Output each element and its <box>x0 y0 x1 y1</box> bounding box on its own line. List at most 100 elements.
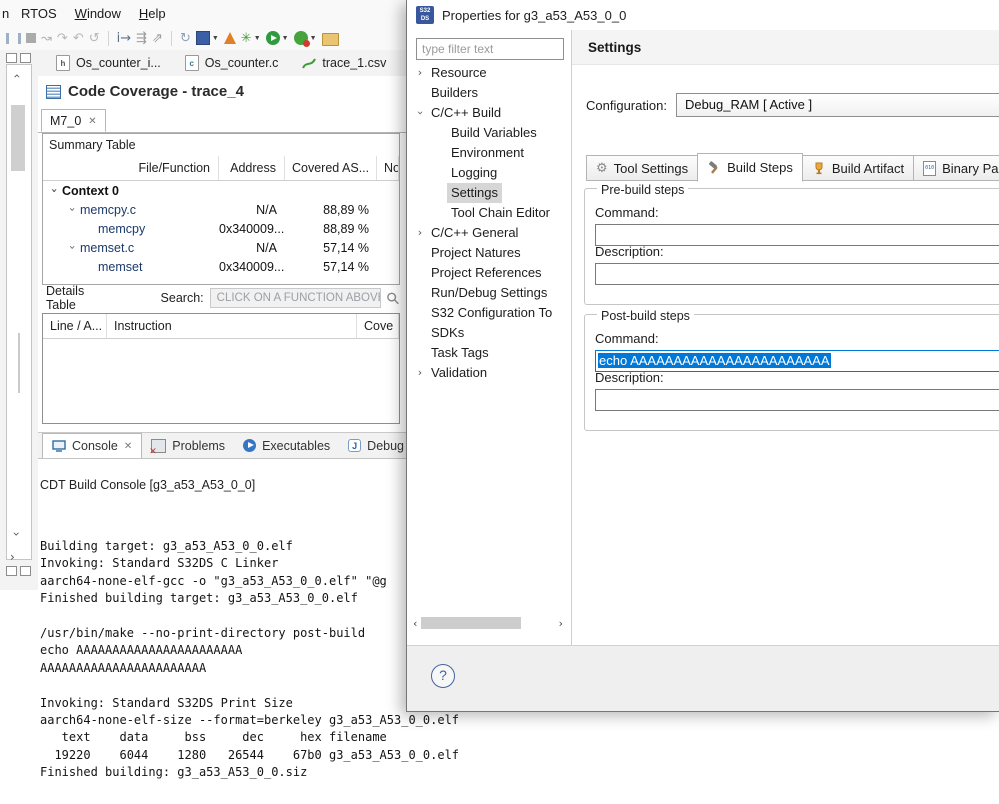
tab-label: Tool Settings <box>613 160 689 176</box>
column-header[interactable]: Cove <box>357 314 399 338</box>
pre-command-input[interactable] <box>595 224 999 246</box>
trace-export-icon[interactable]: ⇗ <box>152 29 163 47</box>
tree-item-tool-chain-editor[interactable]: Tool Chain Editor <box>407 203 571 223</box>
menu-item-rtos[interactable]: RTOS <box>12 6 66 21</box>
menu-item-partial[interactable]: n <box>0 6 12 21</box>
step-into-icon[interactable]: ↷ <box>57 29 68 47</box>
memory-tool-icon[interactable]: ▼ <box>195 29 219 47</box>
scroll-left-icon[interactable]: ‹ <box>413 617 417 630</box>
tree-item-builders[interactable]: Builders <box>407 83 571 103</box>
minimize-view-icon[interactable] <box>6 53 17 63</box>
coverage-row[interactable]: memcpy 0x340009... 88,89 % <box>43 219 399 238</box>
trace-view-icon[interactable]: ⇶ <box>136 29 147 47</box>
run-icon[interactable]: ▼ <box>265 29 289 47</box>
stop-icon[interactable] <box>26 29 36 47</box>
step-return-icon[interactable]: ↺ <box>89 29 100 47</box>
maximize-view-icon-2[interactable] <box>20 566 31 576</box>
tab-tool-settings[interactable]: ⚙ Tool Settings <box>586 155 699 181</box>
coverage-row-address: N/A <box>256 202 277 217</box>
pause-icon[interactable] <box>6 29 21 47</box>
instruction-stepping-icon[interactable]: i→ <box>117 29 132 47</box>
editor-tab-3[interactable]: trace_1.csv <box>290 50 398 76</box>
rail-scroll-thumb[interactable] <box>11 105 25 171</box>
expander-icon[interactable]: › <box>413 63 427 83</box>
tree-item-settings[interactable]: Settings <box>407 183 571 203</box>
tree-item-environment[interactable]: Environment <box>407 143 571 163</box>
coverage-run-icon[interactable]: ▼ <box>293 29 317 47</box>
analysis-tool-icon[interactable] <box>223 29 236 47</box>
close-icon[interactable]: ✕ <box>124 441 132 452</box>
tree-item-run-debug-settings[interactable]: Run/Debug Settings <box>407 283 571 303</box>
executables-icon <box>243 439 257 452</box>
tree-item-label: C/C++ General <box>431 225 519 240</box>
coverage-row[interactable]: › Context 0 <box>43 181 399 200</box>
column-header[interactable]: Instruction <box>107 314 357 338</box>
coverage-row[interactable]: memset 0x340009... 57,14 % <box>43 257 399 276</box>
tree-item-task-tags[interactable]: Task Tags <box>407 343 571 363</box>
tree-item-s32-configuration-to[interactable]: S32 Configuration To <box>407 303 571 323</box>
scroll-right-icon[interactable]: › <box>559 617 563 630</box>
expander-icon[interactable]: › <box>410 106 430 120</box>
column-header[interactable]: Address <box>219 156 285 180</box>
tree-item-validation[interactable]: › Validation <box>407 363 571 383</box>
coverage-row[interactable]: › memset.c N/A 57,14 % <box>43 238 399 257</box>
menu-item-window[interactable]: Window <box>66 6 130 21</box>
expander-icon[interactable]: › <box>413 363 427 383</box>
column-header[interactable]: Covered AS... <box>285 156 377 180</box>
column-header[interactable]: Line / A... <box>43 314 107 338</box>
restore-view-icon[interactable]: › <box>10 550 15 564</box>
coverage-row[interactable]: › memcpy.c N/A 88,89 % <box>43 200 399 219</box>
console-tab-problems[interactable]: Problems <box>142 433 234 458</box>
tree-item-label: Project References <box>431 265 542 280</box>
tree-item-project-natures[interactable]: Project Natures <box>407 243 571 263</box>
expander-icon[interactable]: › <box>66 203 79 217</box>
debug-icon[interactable]: ✳ ▼ <box>241 29 261 47</box>
tree-item-c-c-build[interactable]: › C/C++ Build <box>407 103 571 123</box>
tree-item-build-variables[interactable]: Build Variables <box>407 123 571 143</box>
column-header[interactable]: Not <box>377 156 399 180</box>
tree-item-c-c-general[interactable]: › C/C++ General <box>407 223 571 243</box>
console-tab-executables[interactable]: Executables <box>234 433 339 458</box>
expander-icon[interactable]: › <box>66 241 79 255</box>
coverage-view-title: Code Coverage - trace_4 <box>46 83 244 100</box>
tree-item-project-references[interactable]: Project References <box>407 263 571 283</box>
tree-horizontal-scrollbar: ‹ › <box>413 616 563 630</box>
coverage-row-address: 0x340009... <box>219 259 285 274</box>
scrollbar-thumb[interactable] <box>421 617 522 629</box>
disconnect-icon[interactable]: ↝ <box>41 29 52 47</box>
tab-build-steps[interactable]: Build Steps <box>697 153 803 182</box>
open-folder-icon[interactable] <box>321 29 339 47</box>
post-command-input[interactable]: echo AAAAAAAAAAAAAAAAAAAAAAA <box>595 350 999 372</box>
tab-build-artifact[interactable]: Build Artifact <box>801 155 915 181</box>
menu-item-help[interactable]: Help <box>130 6 175 21</box>
expander-icon[interactable]: › <box>48 184 61 198</box>
close-icon[interactable]: ✕ <box>88 116 96 127</box>
search-input[interactable]: CLICK ON A FUNCTION ABOVE <box>209 288 381 308</box>
refresh-icon[interactable]: ↻ <box>180 29 191 47</box>
editor-tab-2[interactable]: c Os_counter.c <box>173 50 291 76</box>
maximize-view-icon[interactable] <box>20 53 31 63</box>
editor-tab-1[interactable]: h Os_counter_i... <box>44 50 173 76</box>
expander-icon[interactable]: › <box>413 223 427 243</box>
editor-tab-label: Os_counter.c <box>204 56 279 70</box>
console-tab-debug-shell[interactable]: J Debug Shell <box>339 433 406 458</box>
tree-item-resource[interactable]: › Resource <box>407 63 571 83</box>
filter-input[interactable] <box>416 38 564 60</box>
configuration-combo[interactable]: Debug_RAM [ Active ] <box>675 93 999 117</box>
console-tab-console[interactable]: Console ✕ <box>42 433 143 458</box>
tree-item-logging[interactable]: Logging <box>407 163 571 183</box>
pre-description-input[interactable] <box>595 263 999 285</box>
tree-item-sdks[interactable]: SDKs <box>407 323 571 343</box>
post-description-input[interactable] <box>595 389 999 411</box>
coverage-tab-m7-0[interactable]: M7_0 ✕ <box>41 109 106 132</box>
help-button[interactable]: ? <box>431 664 455 688</box>
minimize-view-icon-2[interactable] <box>6 566 17 576</box>
column-header[interactable]: File/Function <box>43 156 219 180</box>
coverage-tab-label: M7_0 <box>50 114 82 128</box>
scroll-up-icon[interactable]: › <box>9 74 23 79</box>
configuration-row: Configuration: Debug_RAM [ Active ] <box>586 92 999 118</box>
step-over-icon[interactable]: ↶ <box>73 29 84 47</box>
tab-binary-parsers[interactable]: 010 Binary Parsers <box>913 155 999 181</box>
editor-tab-label: trace_1.csv <box>322 56 387 70</box>
scroll-down-icon[interactable]: › <box>9 532 23 537</box>
